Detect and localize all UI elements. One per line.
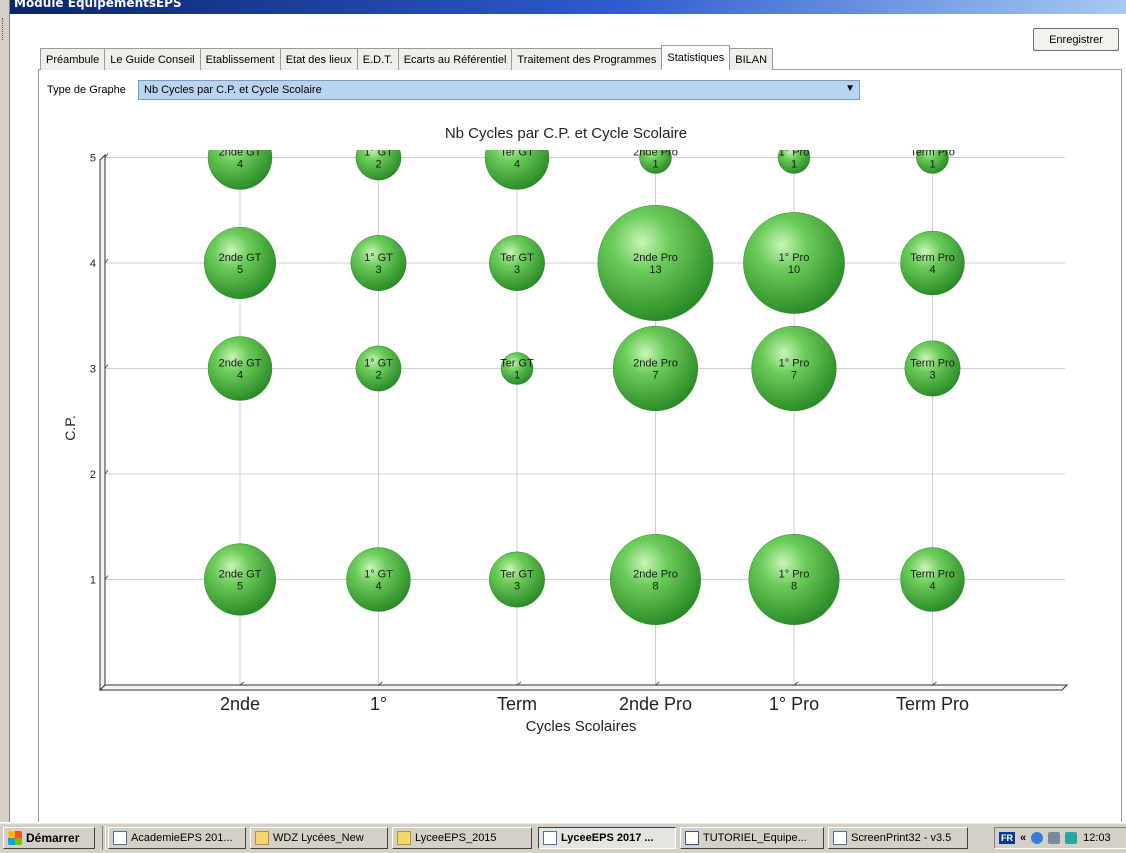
taskbar-item-label: ScreenPrint32 - v3.5 (851, 832, 952, 844)
bubble-label: Term Pro (910, 147, 955, 159)
bubble-value: 3 (929, 370, 935, 382)
bubble-label: 1° GT (364, 252, 393, 264)
bubble-value: 2 (375, 159, 381, 171)
x-tick-label: Term (497, 694, 537, 714)
chart-title: Nb Cycles par C.P. et Cycle Scolaire (445, 125, 687, 142)
bubble-label: 1° GT (364, 358, 393, 370)
bubble-label: 2nde Pro (633, 147, 678, 159)
bubble-value: 3 (514, 264, 520, 276)
bubble-value: 4 (929, 264, 935, 276)
system-tray: FR « 12:03 (994, 827, 1126, 849)
taskbar-item-label: TUTORIEL_Equipe... (703, 832, 807, 844)
taskbar-item-label: AcademieEPS 201... (131, 832, 233, 844)
bubble-label: Term Pro (910, 252, 955, 264)
network-icon[interactable] (1031, 832, 1044, 844)
bubble-label: Ter GT (500, 569, 534, 581)
taskbar-item-label: WDZ Lycées_New (273, 832, 364, 844)
bubble-value: 3 (514, 581, 520, 593)
taskbar-item[interactable]: WDZ Lycées_New (250, 827, 388, 849)
app-icon (543, 831, 557, 845)
x-axis-title: Cycles Scolaires (526, 718, 637, 735)
word-icon (685, 831, 699, 845)
bubble-value: 1 (929, 159, 935, 171)
y-tick-label: 4 (90, 258, 96, 270)
start-button[interactable]: Démarrer (3, 827, 95, 849)
x-tick-label: 1° (370, 694, 387, 714)
bubble-label: 1° GT (364, 147, 393, 159)
taskbar-item-label: LyceeEPS 2017 ... (561, 832, 654, 844)
bubble-label: 2nde Pro (633, 569, 678, 581)
bubble-value: 4 (929, 581, 935, 593)
bubble-value: 1 (791, 159, 797, 171)
x-axis (98, 684, 1069, 691)
bubble-label: Term Pro (910, 358, 955, 370)
taskbar-item[interactable]: LyceeEPS_2015 (392, 827, 532, 849)
bubble-label: 1° Pro (779, 569, 810, 581)
x-tick-label: 1° Pro (769, 694, 819, 714)
y-axis (99, 153, 106, 692)
bubble-value: 10 (788, 264, 800, 276)
bubble-label: 1° Pro (779, 358, 810, 370)
bubble-label: Ter GT (500, 147, 534, 159)
bubble-label: 2nde GT (219, 147, 262, 159)
y-tick-label: 1 (90, 575, 96, 587)
bubble-value: 4 (237, 159, 243, 171)
y-axis-title: C.P. (62, 415, 78, 440)
bubble-label: 1° Pro (779, 252, 810, 264)
x-tick-label: 2nde (220, 694, 260, 714)
bubble-value: 8 (791, 581, 797, 593)
bubble-label: 2nde Pro (633, 252, 678, 264)
bubble-value: 7 (652, 370, 658, 382)
bubble-label: 1° Pro (779, 147, 810, 159)
taskbar-item[interactable]: LyceeEPS 2017 ... (538, 827, 676, 849)
y-tick-label: 3 (90, 364, 96, 376)
bubble-value: 2 (375, 370, 381, 382)
bubble-label: Term Pro (910, 569, 955, 581)
windows-logo-icon (8, 831, 22, 845)
taskbar-item[interactable]: TUTORIEL_Equipe... (680, 827, 824, 849)
bubble-value: 13 (649, 264, 661, 276)
bubble-label: 2nde GT (219, 358, 262, 370)
bubble-value: 8 (652, 581, 658, 593)
language-indicator[interactable]: FR (999, 832, 1015, 844)
app-icon (833, 831, 847, 845)
monitor-icon[interactable] (1048, 832, 1061, 844)
security-icon[interactable] (1065, 832, 1078, 844)
bubble-value: 5 (237, 264, 243, 276)
app-icon (113, 831, 127, 845)
bubble-value: 4 (375, 581, 381, 593)
expand-tray-icon[interactable]: « (1020, 832, 1026, 844)
bubble-value: 3 (375, 264, 381, 276)
y-tick-label: 5 (90, 153, 96, 165)
bubble-value: 4 (514, 159, 520, 171)
windows-taskbar: Démarrer AcademieEPS 201... WDZ Lycées_Ne… (0, 822, 1126, 853)
bubble-label: Ter GT (500, 252, 534, 264)
taskbar-item-label: LyceeEPS_2015 (415, 832, 497, 844)
bubble-chart: 1 2 3 4 5 2nde 1° Term 2nde Pro 1° Pro Term Pro 2n… (62, 125, 1069, 735)
bubble-label: Ter GT (500, 358, 534, 370)
bubble-value: 1 (514, 370, 520, 382)
bubble-label: 2nde GT (219, 252, 262, 264)
clock: 12:03 (1083, 832, 1111, 844)
start-label: Démarrer (26, 831, 80, 845)
bubble-value: 1 (652, 159, 658, 171)
x-tick-label: Term Pro (896, 694, 969, 714)
taskbar-item[interactable]: ScreenPrint32 - v3.5 (828, 827, 968, 849)
y-tick-label: 2 (90, 469, 96, 481)
taskbar-item[interactable]: AcademieEPS 201... (108, 827, 246, 849)
bubble-value: 4 (237, 370, 243, 382)
bubble-value: 7 (791, 370, 797, 382)
bubble-label: 2nde GT (219, 569, 262, 581)
folder-icon (255, 831, 269, 845)
tab-7[interactable]: Statistiques (661, 45, 731, 70)
bubble-label: 2nde Pro (633, 358, 678, 370)
folder-icon (397, 831, 411, 845)
bubble-value: 5 (237, 581, 243, 593)
bubble-label: 1° GT (364, 569, 393, 581)
taskbar-separator (102, 826, 106, 850)
x-tick-label: 2nde Pro (619, 694, 692, 714)
